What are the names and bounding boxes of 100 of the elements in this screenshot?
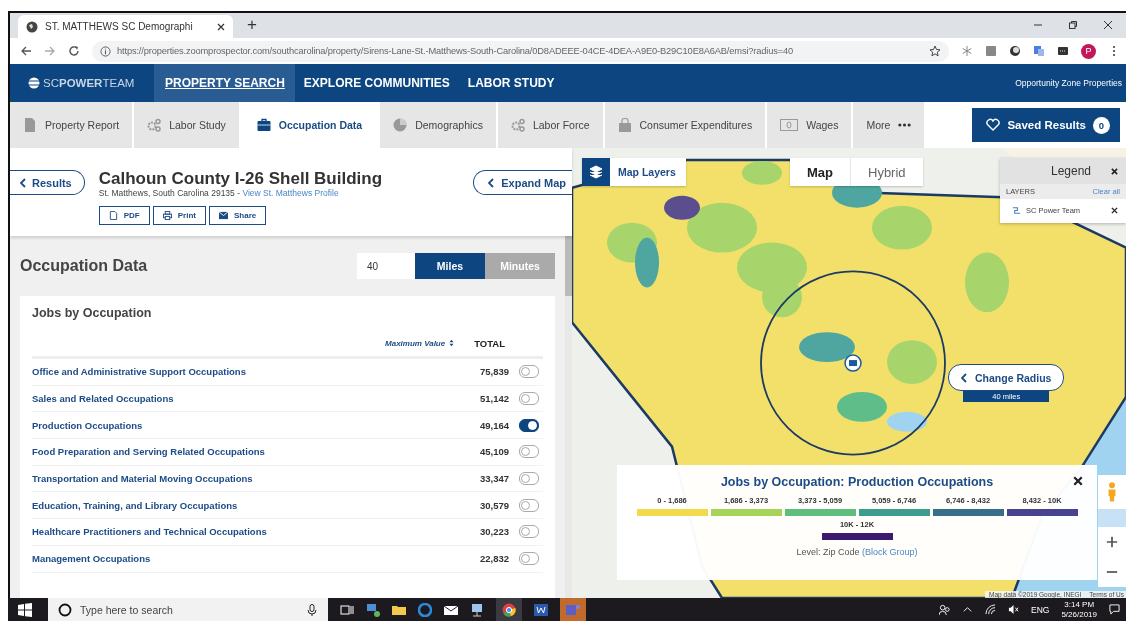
speaker-muted-icon[interactable] [1008,604,1019,615]
clock-time[interactable]: 3:14 PM [1064,599,1095,610]
section-tab[interactable]: Property Report [10,102,133,148]
printer-icon [162,211,172,220]
total-value: 75,839 [479,366,509,378]
address-bar[interactable]: https://properties.zoomprospector.com/southcarolina/property/Sirens-Lane-St.-Matthews-South-Carolina/0D8ADEEE-04CE-4DEA-A9E0-B29C10E8A6AB/emsi?radius=40 [92,40,949,62]
banknote-icon [780,119,799,131]
briefcase-icon [256,118,271,132]
chevron-up-icon[interactable] [962,604,973,615]
tab-title: ST. MATTHEWS SC Demographi [45,21,194,32]
network-app-icon[interactable] [366,602,380,617]
property-address: St. Matthews, South Carolina 29135 - View St. Matthews Profile [98,188,340,198]
close-icon[interactable] [1073,476,1083,486]
map-type-button[interactable]: Map [790,158,850,186]
expand-map-button[interactable]: Expand Map [473,170,572,195]
snowflake-icon[interactable] [961,45,973,57]
new-tab-button[interactable]: + [247,15,257,35]
toggle-switch[interactable] [519,418,539,432]
block-group-link[interactable]: (Block Group) [862,547,918,557]
unit-toggle-button[interactable]: Miles [415,253,485,279]
occupation-link[interactable]: Transportation and Material Moving Occupations [32,473,480,485]
toggle-switch[interactable] [519,552,539,566]
chevron-left-icon [488,177,495,188]
taskbar-search-box[interactable]: Type here to search [48,598,328,621]
translate-icon[interactable] [1033,45,1045,57]
toggle-switch[interactable] [519,392,539,406]
occupation-link[interactable]: Management Occupations [32,553,480,565]
occupation-link[interactable]: Education, Training, and Library Occupations [32,499,480,511]
radius-input[interactable]: 40 [357,253,415,279]
chevron-left-icon [961,372,967,383]
action-button[interactable]: PDF [98,206,150,225]
total-value: 51,142 [479,393,509,405]
toggle-switch[interactable] [519,445,539,459]
change-radius-button[interactable]: Change Radius [948,364,1065,391]
microphone-icon[interactable] [306,603,318,616]
toggle-switch[interactable] [519,472,539,486]
browser-app-icon[interactable] [418,602,432,617]
sort-arrows-icon [449,339,455,347]
action-button[interactable]: Share [209,206,267,225]
section-tab[interactable]: Demographics [380,102,496,148]
occupation-link[interactable]: Food Preparation and Serving Related Occupations [32,446,480,458]
document-icon [23,118,37,132]
language-indicator[interactable]: ENG [1031,604,1050,615]
task-view-icon[interactable] [340,602,354,617]
occupation-link[interactable]: Sales and Related Occupations [32,393,480,405]
nav-link[interactable]: PROPERTY SEARCH [155,64,295,102]
remove-icon[interactable] [1111,207,1118,214]
total-value: 30,223 [479,526,509,538]
section-tab[interactable]: More [853,102,925,148]
logo-text: SCPOWERTEAM [43,77,135,89]
section-tab[interactable]: Wages [767,102,852,148]
total-value: 22,832 [479,553,509,565]
extension-icon[interactable] [1009,45,1021,57]
restore-icon[interactable] [1068,20,1078,30]
section-tab[interactable]: Labor Force [497,102,603,148]
section-tab[interactable]: Consumer Expenditures [604,102,766,148]
toggle-switch[interactable] [519,525,539,539]
map-layers-button[interactable]: Map Layers [582,158,686,186]
map-type-button[interactable]: Hybrid [850,158,923,186]
occupation-link[interactable]: Healthcare Practitioners and Technical Occupations [32,526,480,538]
total-value: 45,109 [479,446,509,458]
gears-icon [510,118,525,132]
word-app-icon[interactable] [534,602,548,617]
reload-icon[interactable] [68,45,80,57]
extension-icon[interactable] [1057,45,1069,57]
saved-results-button[interactable]: Saved Results 0 [972,108,1120,142]
occupation-link[interactable]: Office and Administrative Support Occupations [32,366,480,378]
opportunity-zone-link[interactable]: Opportunity Zone Properties [1015,78,1122,88]
back-arrow-icon[interactable] [20,45,32,57]
property-title: Calhoun County I-26 Shell Building [98,170,384,188]
network-app-icon[interactable] [470,602,484,617]
chrome-browser-icon[interactable] [502,602,516,617]
results-back-button[interactable]: Results [10,170,85,195]
windows-start-icon[interactable] [18,602,32,617]
notifications-icon[interactable] [1109,604,1120,615]
view-profile-link[interactable]: View St. Matthews Profile [242,188,339,198]
browser-tab[interactable]: ST. MATTHEWS SC Demographi [18,15,233,38]
star-icon[interactable] [929,45,941,57]
taskbar-search-field[interactable]: Type here to search [78,602,300,617]
sort-link[interactable]: Maximum Value [385,338,455,348]
legend-title: Jobs by Occupation: Production Occupations [720,475,994,489]
wifi-icon[interactable] [985,604,996,615]
close-icon[interactable] [217,22,225,31]
people-icon[interactable] [939,604,950,615]
toggle-switch[interactable] [519,498,539,512]
action-button[interactable]: Print [152,206,206,225]
close-icon[interactable] [1111,167,1118,175]
gears-icon [147,118,162,132]
profile-avatar[interactable]: P [1081,43,1096,59]
total-value: 49,164 [479,419,509,431]
logo-mark-icon [28,77,40,89]
clock-date[interactable]: 5/26/2019 [1061,609,1097,620]
zoom-in-icon[interactable] [1106,536,1118,548]
nav-link[interactable]: EXPLORE COMMUNITIES [294,64,459,102]
scrollbar[interactable] [565,236,572,598]
close-icon[interactable] [1103,20,1113,30]
occupation-link[interactable]: Production Occupations [32,419,480,431]
toggle-switch[interactable] [519,365,539,379]
section-tab[interactable]: Labor Study [134,102,239,148]
nav-link[interactable]: LABOR STUDY [458,64,564,102]
